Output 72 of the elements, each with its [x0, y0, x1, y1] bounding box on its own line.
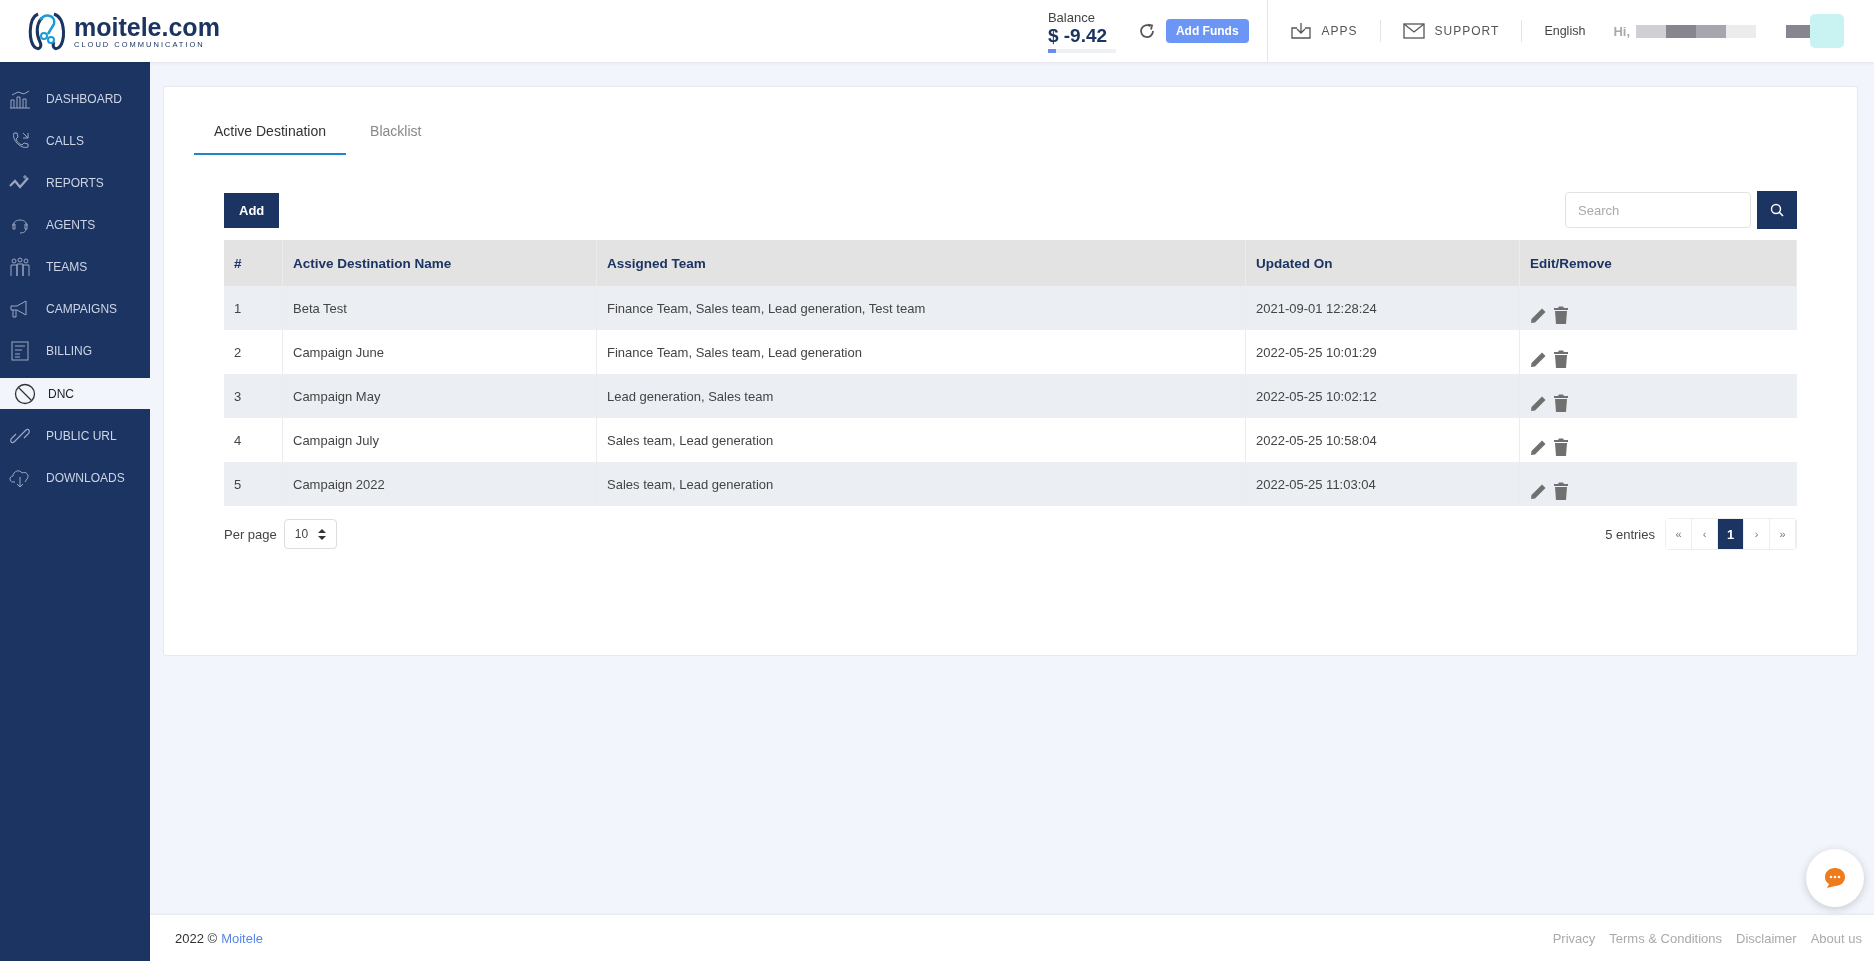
sort-caret-icon	[318, 528, 327, 540]
redacted-block	[1786, 24, 1810, 38]
table-cell: Lead generation, Sales team	[596, 374, 1246, 418]
support-link[interactable]: SUPPORT	[1402, 23, 1500, 39]
per-page-label: Per page	[224, 526, 277, 542]
language-selector[interactable]: English	[1544, 24, 1586, 38]
trash-icon[interactable]	[1554, 350, 1568, 368]
trash-icon[interactable]	[1554, 394, 1568, 412]
page-button[interactable]: 1	[1718, 519, 1744, 549]
table-cell: Campaign May	[282, 374, 597, 418]
column-header: #	[224, 240, 283, 286]
table-cell: 1	[224, 286, 283, 330]
sidebar-item[interactable]: CAMPAIGNS	[0, 288, 150, 330]
brand-link[interactable]: Moitele	[221, 930, 264, 946]
copyright: 2022 ©	[175, 930, 218, 946]
entries-count: 5 entries	[1605, 526, 1655, 542]
table-cell: Beta Test	[282, 286, 597, 330]
table-cell: 2021-09-01 12:28:24	[1245, 286, 1520, 330]
bar-chart-icon	[9, 89, 31, 109]
add-button[interactable]: Add	[224, 192, 280, 228]
brand-name: moitele.com	[74, 13, 220, 40]
chain-link-icon	[10, 426, 30, 446]
download-tray-icon	[1289, 22, 1312, 40]
trash-icon[interactable]	[1554, 438, 1568, 456]
table-cell: 2022-05-25 11:03:04	[1245, 462, 1520, 506]
balance-amount: $ -9.42	[1047, 24, 1109, 47]
sidebar-item[interactable]: BILLING	[0, 330, 150, 372]
sidebar-item[interactable]: CALLS	[0, 120, 150, 162]
trash-icon[interactable]	[1554, 306, 1568, 324]
table-cell: Finance Team, Sales team, Lead generation, Test team	[596, 286, 1246, 330]
pencil-icon[interactable]	[1530, 394, 1548, 412]
per-page-select[interactable]: 10	[283, 519, 338, 549]
table-cell: Sales team, Lead generation	[596, 462, 1246, 506]
pencil-icon[interactable]	[1530, 306, 1548, 324]
column-header: Edit/Remove	[1519, 240, 1797, 286]
search-button[interactable]	[1757, 191, 1797, 229]
chat-button[interactable]	[1806, 849, 1864, 907]
prohibited-icon	[14, 382, 36, 405]
tab[interactable]: Active Destination	[194, 109, 347, 155]
search-icon	[1770, 203, 1784, 217]
people-icon	[9, 257, 31, 277]
greeting: Hi,	[1613, 23, 1630, 39]
column-header: Updated On	[1245, 240, 1520, 286]
apps-link[interactable]: APPS	[1289, 22, 1358, 40]
page-button[interactable]: «	[1666, 519, 1692, 549]
table-cell: 5	[224, 462, 283, 506]
sidebar-item[interactable]: AGENTS	[0, 204, 150, 246]
sidebar-item[interactable]: TEAMS	[0, 246, 150, 288]
chat-bubble-icon	[1823, 866, 1847, 890]
pencil-icon[interactable]	[1530, 482, 1548, 500]
table-cell: Campaign 2022	[282, 462, 597, 506]
cloud-download-icon	[8, 468, 32, 488]
sidebar-item[interactable]: DNC	[0, 378, 150, 409]
pencil-icon[interactable]	[1530, 438, 1548, 456]
phone-icon	[10, 131, 30, 151]
sidebar-item[interactable]: PUBLIC URL	[0, 415, 150, 457]
invoice-icon	[10, 341, 30, 361]
table-cell: 2022-05-25 10:02:12	[1245, 374, 1520, 418]
table-cell: 3	[224, 374, 283, 418]
pencil-icon[interactable]	[1530, 350, 1548, 368]
column-header: Active Destination Name	[282, 240, 597, 286]
refresh-icon[interactable]	[1137, 22, 1156, 40]
search-field[interactable]: Search	[1565, 192, 1751, 228]
sidebar-item[interactable]: REPORTS	[0, 162, 150, 204]
sidebar-item[interactable]: DASHBOARD	[0, 78, 150, 120]
balance-bar	[1047, 48, 1116, 53]
envelope-icon	[1402, 23, 1425, 39]
column-header: Assigned Team	[596, 240, 1246, 286]
tab[interactable]: Blacklist	[350, 109, 442, 155]
sidebar-item[interactable]: DOWNLOADS	[0, 457, 150, 499]
trash-icon[interactable]	[1554, 482, 1568, 500]
balance-label: Balance	[1047, 9, 1096, 25]
